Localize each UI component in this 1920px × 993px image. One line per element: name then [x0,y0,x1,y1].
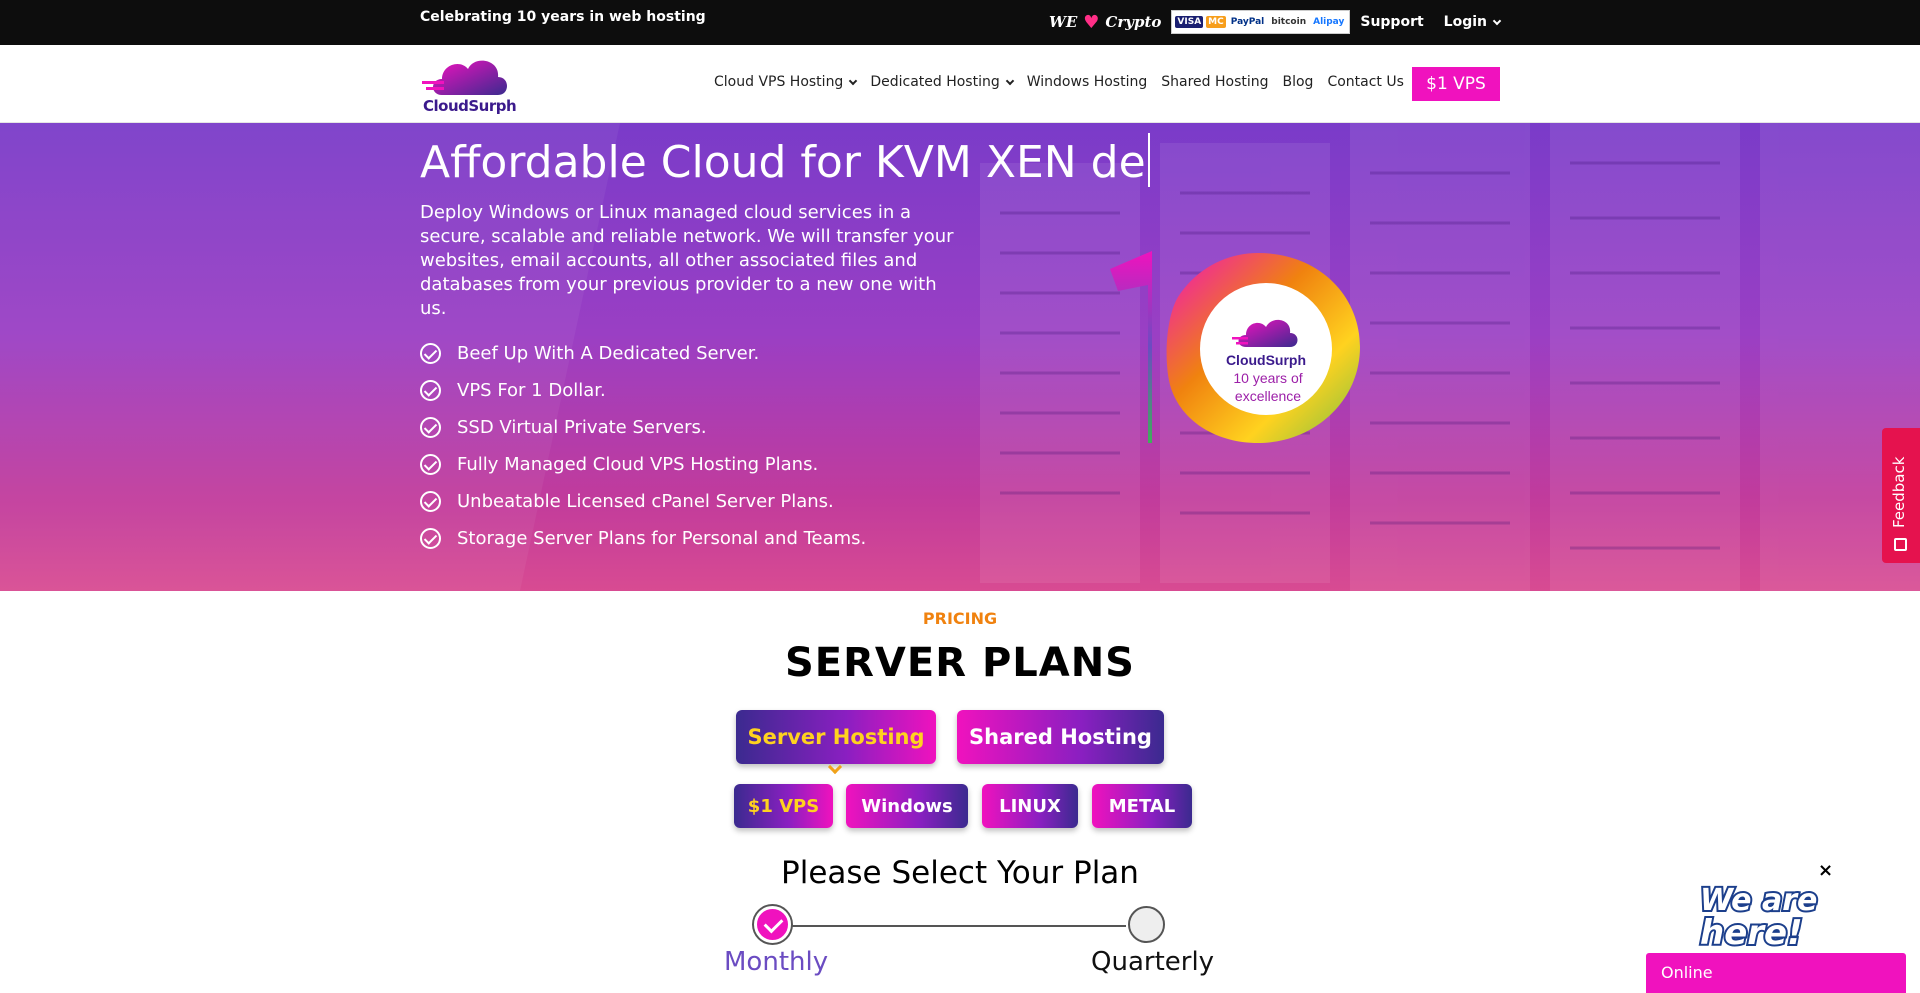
chevron-down-icon [1492,16,1502,26]
one-dollar-vps-button[interactable]: $1 VPS [1412,67,1500,101]
nav-cloud-vps-hosting[interactable]: Cloud VPS Hosting [714,74,858,90]
feedback-label: Feedback [1890,456,1908,528]
feature-text: Fully Managed Cloud VPS Hosting Plans. [457,454,819,475]
check-circle-icon [420,491,441,512]
billing-period-track [790,925,1126,927]
login-menu[interactable]: Login [1443,14,1502,30]
chevron-down-icon [1005,76,1014,86]
visa-logo: VISA [1175,16,1204,28]
alipay-logo: Alipay [1313,17,1345,27]
celebrate-text: Celebrating 10 years in web hosting [420,9,706,25]
main-nav: CloudSurph Cloud VPS Hosting Dedicated H… [0,45,1920,123]
subtab-windows[interactable]: Windows [846,784,968,828]
we-are-here-banner[interactable]: We are here! [1696,876,1842,948]
pricing-eyebrow: PRICING [922,609,998,628]
feature-text: SSD Virtual Private Servers. [457,417,707,438]
server-racks-background [0,123,1920,591]
subtab-linux[interactable]: LINUX [982,784,1078,828]
feature-text: VPS For 1 Dollar. [457,380,606,401]
nav-label: Cloud VPS Hosting [714,74,844,90]
check-circle-icon [420,454,441,475]
server-plans-title: SERVER PLANS [785,640,1135,686]
chevron-down-icon [849,76,858,86]
monthly-radio[interactable] [754,906,791,943]
hero-title: Affordable Cloud for KVM XEN de [420,133,1150,188]
nav-blog[interactable]: Blog [1283,74,1314,90]
tab-server-hosting[interactable]: Server Hosting [736,710,936,764]
feature-item: SSD Virtual Private Servers. [420,409,866,446]
check-circle-icon [420,343,441,364]
we-love-crypto: WE ♥ Crypto [1049,12,1161,33]
logo-wordmark: CloudSurph [423,97,517,115]
nav-dedicated-hosting[interactable]: Dedicated Hosting [870,74,1014,90]
feature-text: Unbeatable Licensed cPanel Server Plans. [457,491,834,512]
crypto-text: Crypto [1105,13,1162,31]
feature-item: VPS For 1 Dollar. [420,372,866,409]
support-link[interactable]: Support [1360,14,1423,30]
we-text: WE [1049,13,1078,31]
monthly-label[interactable]: Monthly [724,947,828,977]
nav-contact-us[interactable]: Contact Us [1327,74,1403,90]
top-bar-right: WE ♥ Crypto VISA MC PayPal bitcoin Alipa… [1049,10,1502,34]
nav-shared-hosting[interactable]: Shared Hosting [1161,74,1268,90]
check-circle-icon [420,417,441,438]
subtab-metal[interactable]: METAL [1092,784,1192,828]
quarterly-label[interactable]: Quarterly [1091,947,1214,977]
login-label: Login [1443,14,1487,30]
feature-item: Unbeatable Licensed cPanel Server Plans. [420,483,866,520]
chat-online-bar[interactable]: Online [1646,953,1906,993]
check-circle-icon [420,528,441,549]
nav-windows-hosting[interactable]: Windows Hosting [1027,74,1147,90]
cloudsurph-logo[interactable]: CloudSurph [420,51,517,117]
cloud-logo-icon [422,60,507,95]
badge-line1: 10 years of [1233,370,1302,386]
feature-list: Beef Up With A Dedicated Server. VPS For… [420,335,866,557]
feature-text: Beef Up With A Dedicated Server. [457,343,760,364]
ten-years-badge: CloudSurph 10 years of excellence [1110,251,1360,443]
feature-item: Fully Managed Cloud VPS Hosting Plans. [420,446,866,483]
payment-methods: VISA MC PayPal bitcoin Alipay [1171,10,1351,34]
feedback-icon [1894,538,1907,551]
badge-line2: excellence [1235,388,1301,404]
mastercard-logo: MC [1206,16,1226,28]
hero-title-text: Affordable Cloud for KVM XEN de [420,137,1146,188]
feature-item: Beef Up With A Dedicated Server. [420,335,866,372]
here-text: here! [1700,913,1803,948]
nav-links: Cloud VPS Hosting Dedicated Hosting Wind… [714,74,1404,90]
hero-section: Affordable Cloud for KVM XEN de Deploy W… [0,123,1920,591]
badge-brand: CloudSurph [1226,352,1306,368]
feature-text: Storage Server Plans for Personal and Te… [457,528,867,549]
feedback-tab[interactable]: Feedback [1882,428,1920,563]
nav-label: Dedicated Hosting [870,74,1000,90]
subtab-one-dollar-vps[interactable]: $1 VPS [734,784,833,828]
heart-icon: ♥ [1083,11,1100,33]
tab-shared-hosting[interactable]: Shared Hosting [957,710,1164,764]
hero-description: Deploy Windows or Linux managed cloud se… [420,202,954,319]
select-plan-title: Please Select Your Plan [781,855,1139,891]
quarterly-radio[interactable] [1128,906,1165,943]
top-bar: Celebrating 10 years in web hosting WE ♥… [0,0,1920,45]
check-circle-icon [420,380,441,401]
text-cursor [1147,133,1150,187]
bitcoin-logo: bitcoin [1271,17,1307,27]
feature-item: Storage Server Plans for Personal and Te… [420,520,866,557]
paypal-logo: PayPal [1230,17,1265,27]
